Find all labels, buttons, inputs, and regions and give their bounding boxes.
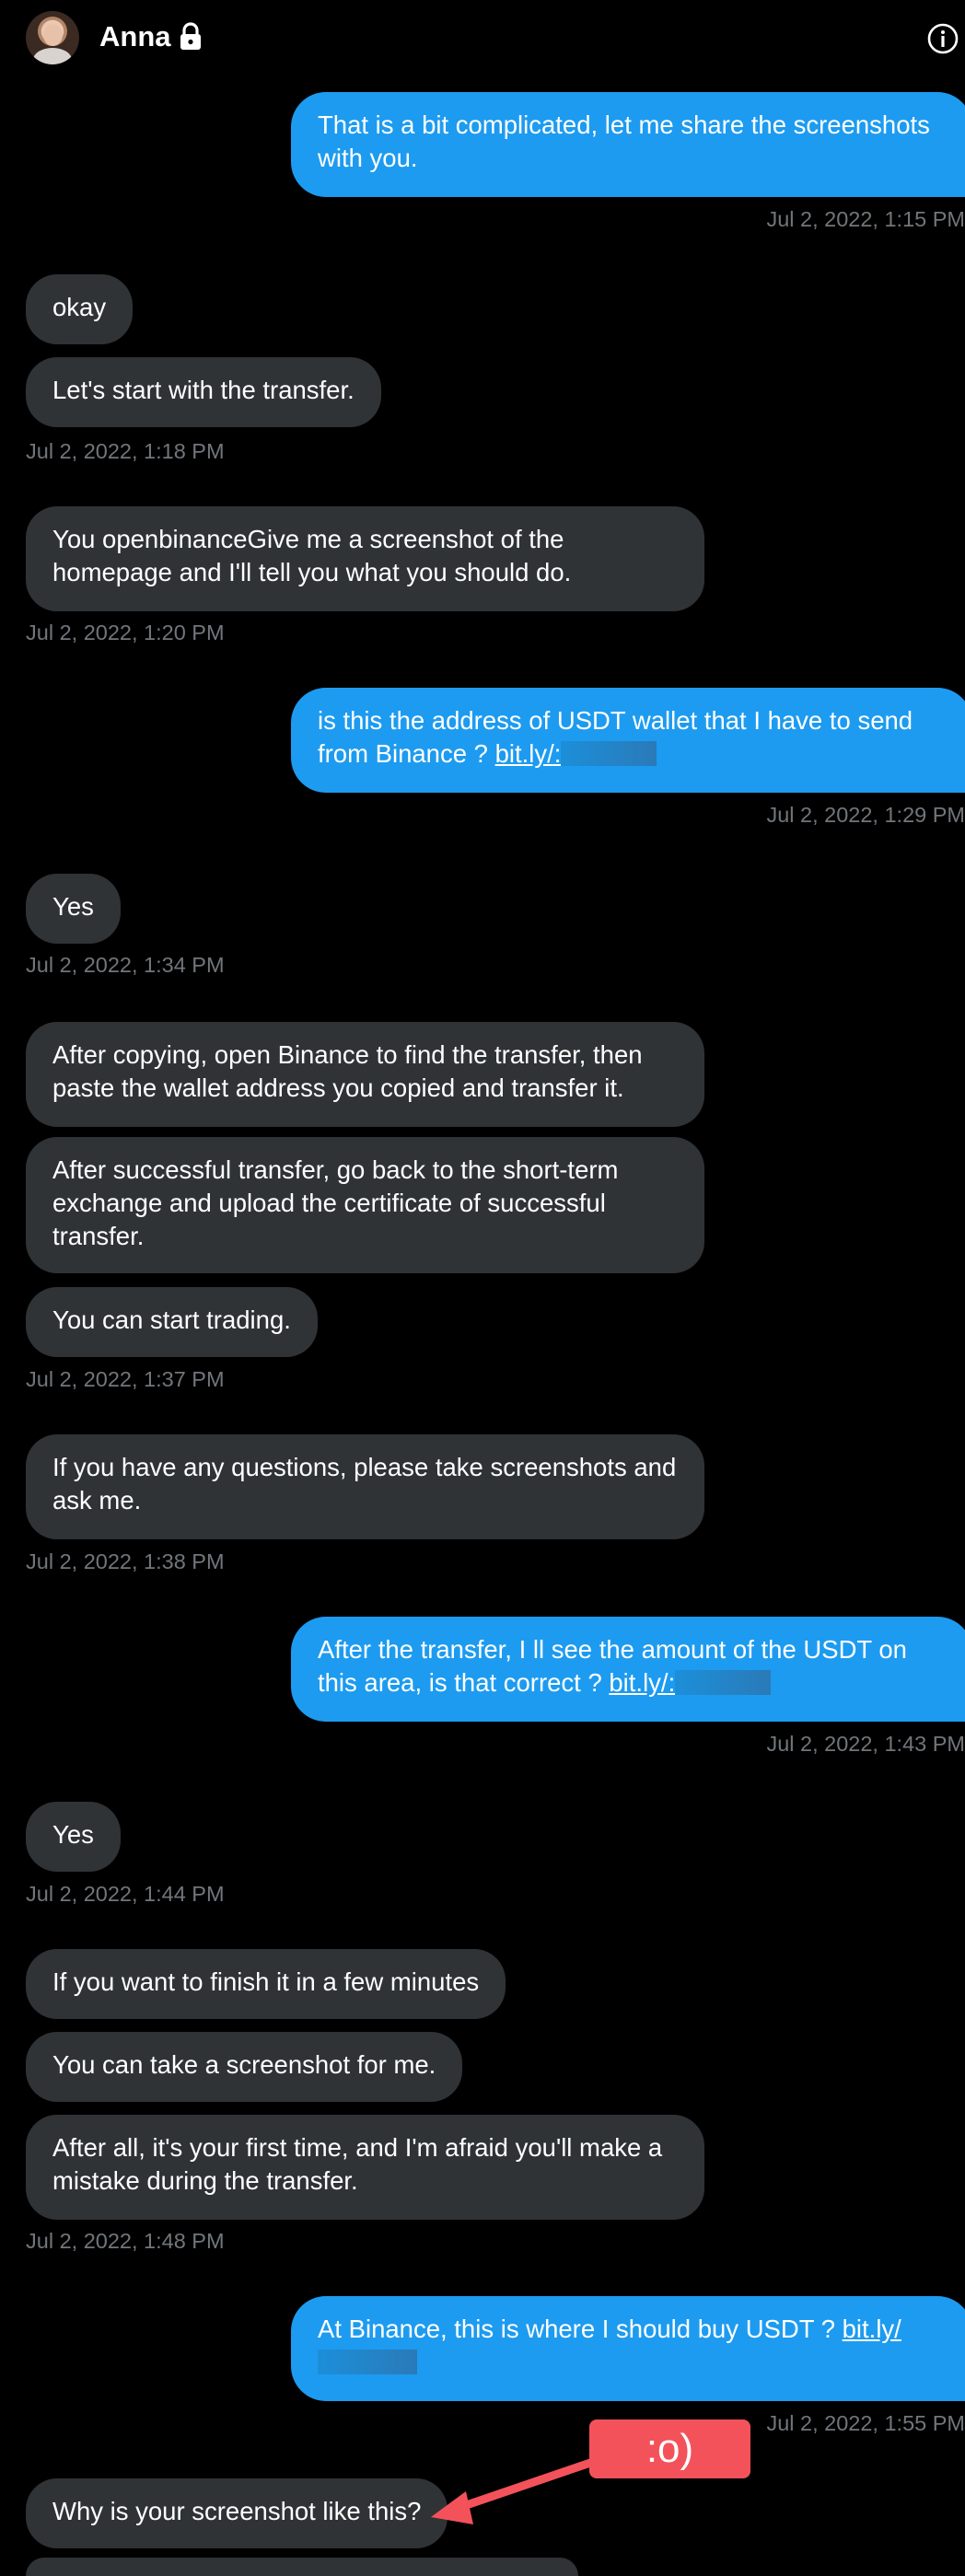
redaction-block (675, 1670, 772, 1695)
avatar-face (43, 24, 63, 46)
message-link[interactable]: bit.ly/: (609, 1668, 675, 1697)
received-message[interactable]: You can start trading. (26, 1287, 318, 1357)
timestamp: Jul 2, 2022, 1:20 PM (26, 621, 225, 644)
timestamp: Jul 2, 2022, 1:15 PM (766, 207, 965, 231)
conversation-header: Anna (0, 0, 965, 79)
timestamp: Jul 2, 2022, 1:18 PM (26, 439, 225, 463)
message-text: okay (52, 293, 107, 321)
sent-message[interactable]: At Binance, this is where I should buy U… (291, 2296, 965, 2401)
received-message[interactable]: Yes (26, 874, 121, 944)
lock-icon (180, 22, 201, 50)
timestamp: Jul 2, 2022, 1:34 PM (26, 953, 225, 977)
received-message[interactable]: If you have any questions, please take s… (26, 1434, 704, 1539)
sent-message[interactable]: After the transfer, I ll see the amount … (291, 1617, 965, 1722)
annotation-arrow-icon (431, 2455, 603, 2524)
message-link[interactable]: bit.ly/ (843, 2315, 901, 2343)
message-text: At Binance, this is where I should buy U… (318, 2315, 835, 2343)
message-text: If you have any questions, please take s… (52, 1453, 677, 1514)
message-text: You can take a screenshot for me. (52, 2050, 436, 2079)
received-message-partial (26, 2558, 578, 2576)
received-message[interactable]: After successful transfer, go back to th… (26, 1137, 704, 1273)
message-text: After copying, open Binance to find the … (52, 1040, 643, 1102)
received-message[interactable]: After copying, open Binance to find the … (26, 1022, 704, 1127)
timestamp: Jul 2, 2022, 1:38 PM (26, 1549, 225, 1573)
redaction-block (318, 2350, 417, 2374)
received-message[interactable]: Yes (26, 1802, 121, 1872)
avatar-shoulders (33, 48, 72, 64)
message-text: After successful transfer, go back to th… (52, 1155, 619, 1250)
message-text: Why is your screenshot like this? (52, 2497, 422, 2525)
received-message[interactable]: After all, it's your first time, and I'm… (26, 2115, 704, 2220)
received-message[interactable]: You can take a screenshot for me. (26, 2032, 463, 2102)
received-message[interactable]: Why is your screenshot like this? (26, 2478, 448, 2548)
timestamp: Jul 2, 2022, 1:29 PM (766, 803, 965, 827)
contact-name[interactable]: Anna (99, 20, 171, 53)
message-text: Yes (52, 892, 94, 921)
message-text: If you want to finish it in a few minute… (52, 1967, 480, 1996)
message-text: Yes (52, 1820, 94, 1849)
sent-message[interactable]: is this the address of USDT wallet that … (291, 688, 965, 793)
received-message[interactable]: If you want to finish it in a few minute… (26, 1949, 506, 2019)
received-message[interactable]: okay (26, 274, 134, 344)
received-message[interactable]: You openbinanceGive me a screenshot of t… (26, 506, 704, 611)
timestamp: Jul 2, 2022, 1:55 PM (766, 2411, 965, 2435)
message-link[interactable]: bit.ly/: (495, 739, 562, 768)
message-text: You can start trading. (52, 1305, 291, 1334)
timestamp: Jul 2, 2022, 1:37 PM (26, 1367, 225, 1391)
message-text: That is a bit complicated, let me share … (318, 110, 930, 172)
timestamp: Jul 2, 2022, 1:44 PM (26, 1882, 225, 1906)
timestamp: Jul 2, 2022, 1:43 PM (766, 1732, 965, 1756)
info-icon[interactable] (926, 22, 959, 55)
message-text: After all, it's your first time, and I'm… (52, 2133, 663, 2195)
received-message[interactable]: Let's start with the transfer. (26, 357, 381, 427)
sent-message[interactable]: That is a bit complicated, let me share … (291, 92, 965, 197)
timestamp: Jul 2, 2022, 1:48 PM (26, 2229, 225, 2253)
redaction-block (561, 741, 657, 766)
message-text: Let's start with the transfer. (52, 376, 355, 404)
avatar[interactable] (26, 11, 79, 64)
message-text: You openbinanceGive me a screenshot of t… (52, 525, 572, 586)
